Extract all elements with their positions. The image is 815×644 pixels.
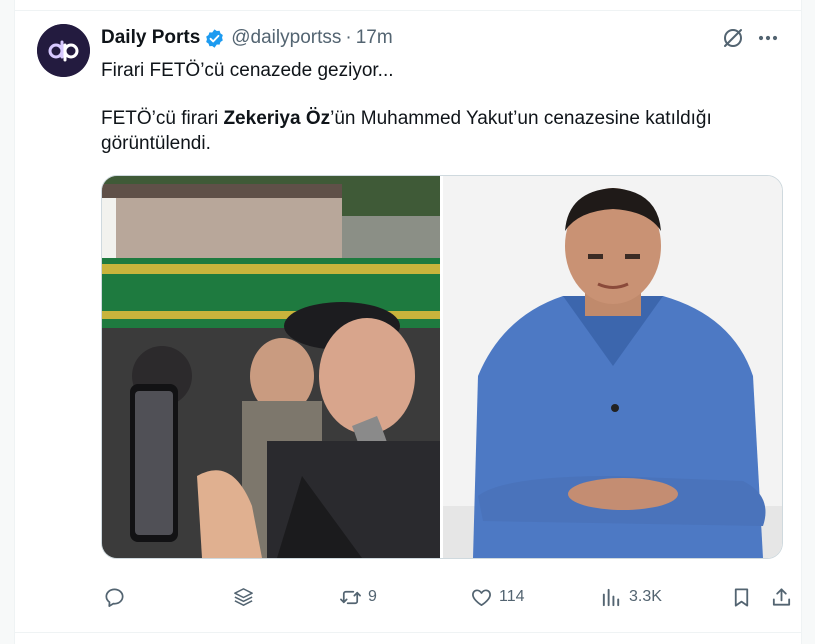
avatar[interactable] [37, 24, 90, 77]
separator-dot: · [345, 27, 352, 48]
tweet-line-2: FETÖ’cü firari Zekeriya Öz’ün Muhammed Y… [101, 106, 781, 156]
timestamp[interactable]: 17m [356, 27, 393, 49]
share-icon [772, 587, 791, 606]
divider [15, 0, 801, 11]
views-chart-icon [602, 588, 620, 606]
views-button[interactable]: 3.3K [600, 580, 662, 614]
reply-button[interactable] [103, 580, 132, 614]
bookmark-icon [734, 587, 749, 607]
views-count: 3.3K [629, 588, 662, 605]
reply-icon [105, 587, 124, 607]
like-button[interactable]: 114 [470, 580, 525, 614]
stack-icon [234, 587, 253, 606]
mentioned-person-name: Zekeriya Öz [223, 108, 331, 129]
author-handle[interactable]: @dailyportss [231, 27, 341, 49]
bookmark-button[interactable] [730, 580, 753, 614]
divider [15, 632, 801, 633]
grok-icon[interactable] [721, 26, 745, 50]
retweet-button[interactable]: 9 [339, 580, 377, 614]
tweet-actions: 9 114 3.3K [101, 580, 791, 614]
tweet-line-1: Firari FETÖ’cü cenazede geziyor... [101, 60, 394, 81]
share-button[interactable] [770, 580, 793, 614]
more-options-icon[interactable] [755, 26, 781, 50]
verified-badge-icon [206, 28, 224, 48]
tweet-header: Daily Ports @dailyportss · 17m [101, 27, 393, 49]
tweet-card[interactable]: Daily Ports @dailyportss · 17m Firari FE… [14, 0, 802, 644]
tweet-text: Firari FETÖ’cü cenazede geziyor... FETÖ’… [101, 58, 781, 156]
retweet-count: 9 [368, 588, 377, 605]
heart-icon [472, 588, 491, 606]
daily-ports-logo-icon [37, 24, 90, 77]
tweet-media[interactable] [101, 175, 783, 559]
tweet-line-2-prefix: FETÖ’cü firari [101, 108, 224, 129]
author-name[interactable]: Daily Ports [101, 27, 200, 49]
portrait-photo[interactable] [443, 176, 782, 558]
retweet-icon [340, 590, 361, 604]
funeral-photo[interactable] [102, 176, 440, 558]
like-count: 114 [499, 588, 525, 605]
grok-share-button[interactable] [232, 580, 255, 614]
